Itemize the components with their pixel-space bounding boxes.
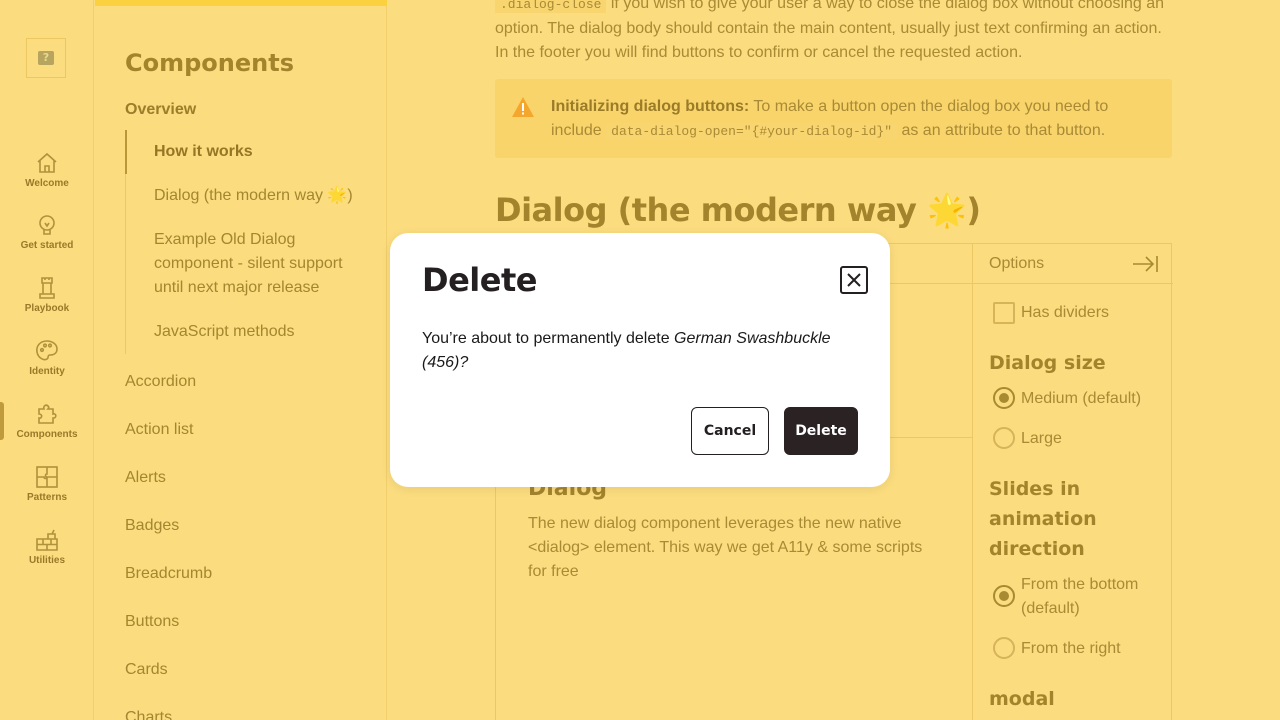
icon-rail: ? Welcome Get started Playbook Identity … bbox=[0, 0, 94, 720]
subnav-item-javascript-methods[interactable]: JavaScript methods bbox=[154, 320, 364, 344]
nav-item-overview[interactable]: Overview bbox=[125, 101, 196, 119]
dialog-size-heading: Dialog size bbox=[989, 352, 1106, 374]
subnav-item-dialog-modern[interactable]: Dialog (the modern way 🌟) bbox=[154, 184, 364, 208]
cancel-button[interactable]: Cancel bbox=[691, 407, 769, 455]
section-heading: Dialog (the modern way 🌟) bbox=[495, 191, 981, 229]
dialog-body-text: You’re about to permanently delete bbox=[422, 330, 675, 347]
callout-text-part: as an attribute to that button. bbox=[897, 122, 1106, 139]
rail-item-welcome[interactable]: Welcome bbox=[0, 150, 94, 206]
lightbulb-icon bbox=[39, 215, 55, 235]
nav-title: Components bbox=[125, 49, 294, 77]
nav-item-cards[interactable]: Cards bbox=[125, 661, 168, 679]
callout-text: Initializing dialog buttons: To make a b… bbox=[551, 95, 1151, 144]
rail-label: Get started bbox=[20, 240, 74, 251]
close-icon bbox=[847, 273, 861, 287]
dialog-title: Delete bbox=[422, 261, 537, 299]
has-dividers-label: Has dividers bbox=[1021, 304, 1110, 321]
callout-title: Initializing dialog buttons: bbox=[551, 98, 750, 115]
slide-right-radio[interactable] bbox=[993, 637, 1015, 659]
warning-icon bbox=[512, 97, 534, 117]
home-icon bbox=[37, 152, 57, 173]
slide-direction-heading: Slides in animation direction bbox=[989, 478, 1097, 560]
modal-heading: modal bbox=[989, 688, 1055, 710]
rail-item-playbook[interactable]: Playbook bbox=[0, 275, 94, 331]
delete-button[interactable]: Delete bbox=[784, 407, 858, 455]
jigsaw-icon bbox=[36, 466, 58, 488]
size-medium-radio[interactable] bbox=[993, 387, 1015, 409]
subnav-item-old-dialog[interactable]: Example Old Dialog component - silent su… bbox=[154, 228, 364, 300]
slide-right-label: From the right bbox=[1021, 640, 1121, 657]
logo-icon: ? bbox=[38, 51, 54, 65]
slide-bottom-label: From the bottom (default) bbox=[1021, 576, 1139, 617]
has-dividers-checkbox[interactable] bbox=[993, 302, 1015, 324]
size-large-label: Large bbox=[1021, 430, 1062, 447]
demo-card-text: The new dialog component leverages the n… bbox=[528, 515, 923, 580]
puzzle-icon bbox=[38, 404, 57, 424]
nav-item-buttons[interactable]: Buttons bbox=[125, 613, 179, 631]
rail-item-components[interactable]: Components bbox=[0, 401, 94, 457]
options-title: Options bbox=[989, 255, 1045, 272]
inline-code: .dialog-close bbox=[495, 0, 607, 13]
size-medium-label: Medium (default) bbox=[1021, 390, 1142, 407]
info-callout: Initializing dialog buttons: To make a b… bbox=[495, 79, 1172, 158]
nav-item-alerts[interactable]: Alerts bbox=[125, 469, 166, 487]
nav-item-action-list[interactable]: Action list bbox=[125, 421, 193, 439]
rail-item-identity[interactable]: Identity bbox=[0, 338, 94, 394]
intro-paragraph: .dialog-close if you wish to give your u… bbox=[495, 0, 1175, 65]
component-nav: Components Overview How it works Dialog … bbox=[95, 0, 387, 720]
callout-code: data-dialog-open="{#your-dialog-id}" bbox=[606, 123, 898, 140]
palette-icon bbox=[36, 340, 58, 361]
rail-item-patterns[interactable]: Patterns bbox=[0, 464, 94, 520]
rail-label: Utilities bbox=[28, 555, 66, 566]
nav-item-breadcrumb[interactable]: Breadcrumb bbox=[125, 565, 212, 583]
nav-item-charts[interactable]: Charts bbox=[125, 709, 172, 720]
overview-subnav: How it works Dialog (the modern way 🌟) E… bbox=[125, 130, 375, 354]
rail-label: Components bbox=[16, 429, 78, 440]
subnav-active-indicator bbox=[125, 130, 127, 174]
slide-bottom-radio[interactable] bbox=[993, 585, 1015, 607]
dialog-body: You’re about to permanently delete Germa… bbox=[422, 327, 862, 375]
rail-item-get-started[interactable]: Get started bbox=[0, 212, 94, 268]
nav-accent-bar bbox=[95, 0, 387, 6]
rail-item-utilities[interactable]: Utilities bbox=[0, 527, 94, 583]
rail-label: Welcome bbox=[25, 178, 69, 189]
rook-icon bbox=[39, 277, 55, 299]
nav-item-accordion[interactable]: Accordion bbox=[125, 373, 196, 391]
options-panel: Options Has dividers Dialog size Medium … bbox=[972, 244, 1173, 720]
options-header: Options bbox=[973, 244, 1173, 284]
delete-dialog: Delete You’re about to permanently delet… bbox=[390, 233, 890, 487]
size-large-radio[interactable] bbox=[993, 427, 1015, 449]
rail-label: Patterns bbox=[26, 492, 67, 503]
bricks-icon bbox=[36, 529, 58, 551]
subnav-item-how-it-works[interactable]: How it works bbox=[154, 140, 364, 164]
rail-label: Identity bbox=[29, 366, 65, 377]
collapse-panel-icon[interactable] bbox=[1131, 254, 1159, 274]
rail-label: Playbook bbox=[24, 303, 70, 314]
nav-item-badges[interactable]: Badges bbox=[125, 517, 179, 535]
dialog-close-button[interactable] bbox=[840, 266, 868, 294]
logo[interactable]: ? bbox=[26, 38, 66, 78]
